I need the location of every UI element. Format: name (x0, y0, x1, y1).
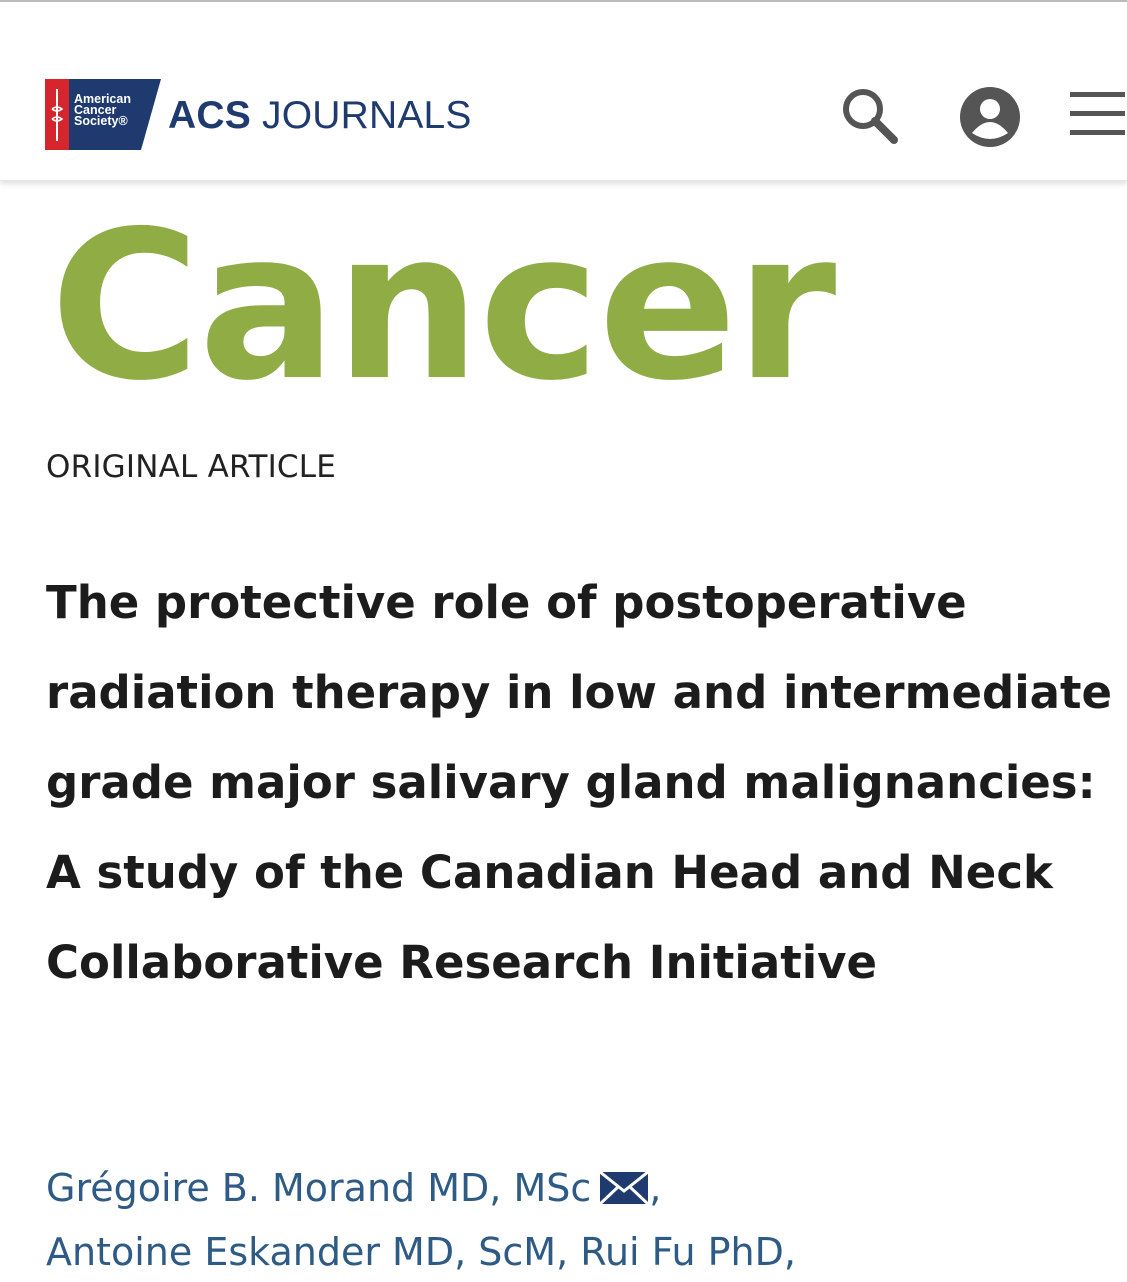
site-title[interactable]: ACS JOURNALS (168, 94, 472, 138)
author-separator: , (649, 1166, 662, 1210)
acs-badge-text: American Cancer Society® (74, 93, 164, 128)
search-button[interactable] (838, 84, 900, 146)
acs-logo[interactable]: American Cancer Society® (45, 79, 161, 150)
site-title-journals: JOURNALS (262, 94, 472, 137)
site-title-acs: ACS (168, 94, 251, 137)
article-type-label: ORIGINAL ARTICLE (46, 449, 337, 485)
article-title: The protective role of postoperative rad… (46, 576, 1113, 989)
journal-logo[interactable]: Cancer (50, 205, 836, 410)
account-icon (960, 87, 1020, 147)
author-link[interactable]: Rui Fu PhD (580, 1230, 784, 1274)
menu-icon (1070, 92, 1125, 135)
author-link[interactable]: Grégoire B. Morand MD, MSc (46, 1166, 591, 1210)
author-link[interactable]: Antoine Eskander MD, ScM (46, 1230, 556, 1274)
site-header: American Cancer Society® ACS JOURNALS (0, 2, 1127, 181)
search-icon (843, 89, 898, 144)
email-icon[interactable] (599, 1162, 650, 1222)
menu-button[interactable] (1068, 88, 1127, 140)
account-button[interactable] (958, 85, 1022, 149)
author-list: Grégoire B. Morand MD, MSc, Antoine Eska… (46, 1158, 1116, 1282)
badge-line-3: Society® (74, 114, 128, 128)
author-separator: , (556, 1230, 569, 1274)
author-line-1: Grégoire B. Morand MD, MSc, (46, 1158, 1116, 1222)
author-separator: , (783, 1230, 796, 1274)
author-line-2: Antoine Eskander MD, ScM, Rui Fu PhD, (46, 1222, 1116, 1282)
